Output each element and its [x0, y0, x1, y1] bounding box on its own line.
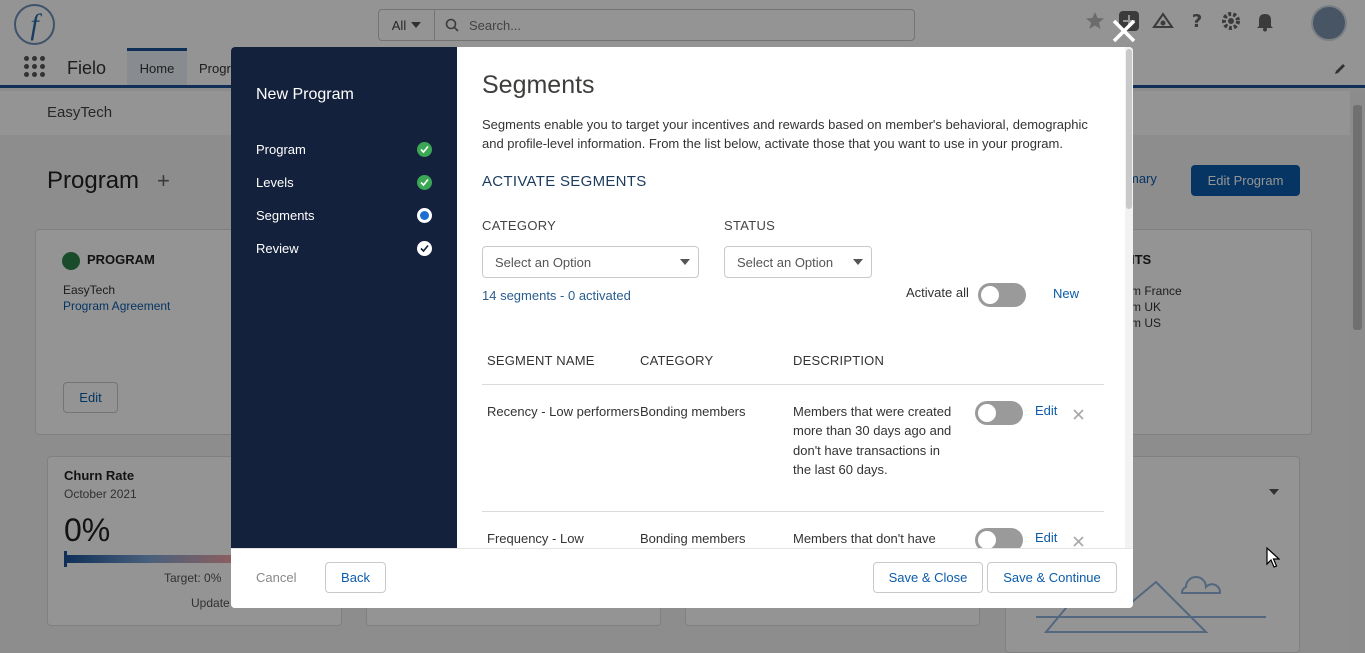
modal-footer: Cancel Back Save & Close Save & Continue [231, 548, 1133, 608]
delete-segment-close-icon[interactable] [1073, 407, 1084, 425]
column-header-description: DESCRIPTION [793, 353, 885, 368]
status-filter-label: STATUS [724, 218, 776, 233]
category-filter-value: Select an Option [495, 254, 592, 270]
step-pending-check-icon [417, 240, 432, 256]
section-title: ACTIVATE SEGMENTS [482, 173, 647, 190]
segment-active-toggle[interactable] [975, 528, 1023, 548]
column-header-segment-name: SEGMENT NAME [487, 353, 595, 368]
segments-count: 14 segments - 0 activated [482, 288, 631, 303]
segment-edit-link[interactable]: Edit [1035, 403, 1057, 418]
column-header-category: CATEGORY [640, 353, 714, 368]
segments-description: Segments enable you to target your incen… [482, 117, 1088, 151]
segment-category: Bonding members [640, 404, 746, 419]
content-scrollbar[interactable] [1125, 47, 1133, 548]
step-label: Segments [256, 207, 315, 223]
segment-description: Members that were created more than 30 d… [793, 404, 952, 477]
chevron-down-icon [853, 259, 863, 265]
cancel-button[interactable]: Cancel [256, 570, 296, 585]
step-label: Review [256, 240, 299, 256]
wizard-step-review[interactable]: Review [256, 238, 432, 258]
chevron-down-icon [680, 259, 690, 265]
divider [482, 511, 1104, 512]
save-continue-button[interactable]: Save & Continue [987, 562, 1117, 593]
step-complete-check-icon [417, 174, 432, 190]
status-filter-select[interactable]: Select an Option [724, 246, 872, 278]
new-segment-link[interactable]: New [1053, 286, 1079, 301]
activate-all-label: Activate all [906, 285, 969, 300]
step-current-radio-icon [417, 207, 432, 223]
wizard-step-levels[interactable]: Levels [256, 172, 432, 192]
activate-all-toggle[interactable] [978, 283, 1026, 307]
close-modal-icon[interactable] [1110, 17, 1138, 45]
mouse-cursor-icon [1266, 546, 1281, 574]
step-label: Levels [256, 174, 294, 190]
wizard-step-segments[interactable]: Segments [256, 205, 432, 225]
segment-category: Bonding members [640, 531, 746, 546]
save-close-button[interactable]: Save & Close [873, 562, 983, 593]
segment-name: Recency - Low performers [487, 404, 640, 419]
category-filter-label: CATEGORY [482, 218, 557, 233]
divider [482, 384, 1104, 385]
wizard-sidebar: New Program Program Levels Segments Revi… [231, 47, 457, 548]
segment-name: Frequency - Low [487, 531, 584, 546]
step-label: Program [256, 141, 306, 157]
page-title: Segments [482, 71, 595, 99]
step-complete-check-icon [417, 141, 432, 157]
wizard-step-program[interactable]: Program [256, 139, 432, 159]
status-filter-value: Select an Option [737, 254, 834, 270]
back-button[interactable]: Back [325, 562, 386, 593]
wizard-content: Segments Segments enable you to target y… [457, 47, 1133, 548]
category-filter-select[interactable]: Select an Option [482, 246, 699, 278]
delete-segment-close-icon[interactable] [1073, 534, 1084, 548]
segment-edit-link[interactable]: Edit [1035, 530, 1057, 545]
segment-description: Members that don't have [793, 531, 936, 546]
new-program-modal: New Program Program Levels Segments Revi… [231, 47, 1133, 608]
wizard-title: New Program [256, 86, 354, 103]
segment-active-toggle[interactable] [975, 401, 1023, 425]
